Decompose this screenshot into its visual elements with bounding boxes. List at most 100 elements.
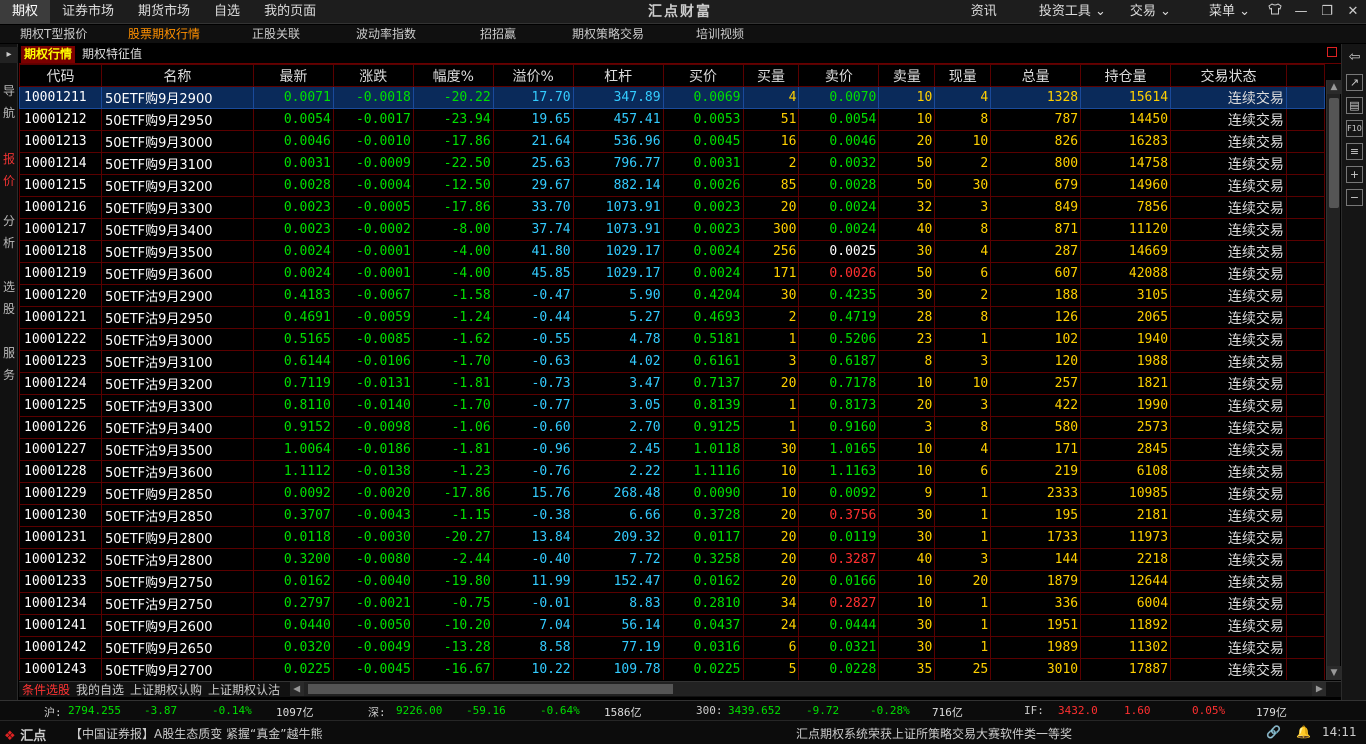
table-row[interactable]: 10001211 50ETF购9月2900 0.0071 -0.0018 -20.22 1… <box>19 86 1325 109</box>
header-col-ask[interactable]: 卖价 <box>798 64 880 87</box>
header-col-volume[interactable]: 总量 <box>990 64 1082 87</box>
tab-option-features[interactable]: 期权特征值 <box>79 46 145 63</box>
header-col-premium-pct[interactable]: 溢价% <box>492 64 574 87</box>
table-row[interactable]: 10001229 50ETF购9月2850 0.0092 -0.0020 -17.86 1… <box>19 482 1325 505</box>
header-col-change-pct[interactable]: 幅度% <box>412 64 494 87</box>
menu-trade[interactable]: 交易 ⌄ <box>1118 0 1183 24</box>
tab-strategy-trading[interactable]: 期权策略交易 <box>572 25 644 43</box>
zoom-in-icon[interactable]: + <box>1346 166 1363 183</box>
table-row[interactable]: 10001243 50ETF购9月2700 0.0225 -0.0045 -16.67 1… <box>19 658 1325 680</box>
tab-volatility-index[interactable]: 波动率指数 <box>356 25 416 43</box>
nav-service[interactable]: 服务 <box>0 342 18 386</box>
horizontal-scroll-thumb[interactable] <box>308 684 673 694</box>
table-row[interactable]: 10001227 50ETF沽9月3500 1.0064 -0.0186 -1.81 -0… <box>19 438 1325 461</box>
vertical-scrollbar[interactable]: ▲ ▼ <box>1326 80 1341 680</box>
panel-close-icon[interactable] <box>1327 47 1337 57</box>
table-row[interactable]: 10001222 50ETF沽9月3000 0.5165 -0.0085 -1.62 -0… <box>19 328 1325 351</box>
menu-news[interactable]: 资讯 <box>959 0 1009 24</box>
list-icon[interactable]: ≡ <box>1346 143 1363 160</box>
tab-training-video[interactable]: 培训视频 <box>696 25 744 43</box>
menu-options[interactable]: 期权 <box>0 0 51 24</box>
table-row[interactable]: 10001242 50ETF购9月2650 0.0320 -0.0049 -13.28 8… <box>19 636 1325 659</box>
menu-securities-market[interactable]: 证券市场 <box>50 0 126 24</box>
table-row[interactable]: 10001217 50ETF购9月3400 0.0023 -0.0002 -8.00 37… <box>19 218 1325 241</box>
tab-stock-option-quotes[interactable]: 股票期权行情 <box>128 25 200 43</box>
skin-shirt-icon[interactable] <box>1262 0 1288 24</box>
nav-stock-pick[interactable]: 选股 <box>0 276 18 320</box>
scroll-up-icon[interactable]: ▲ <box>1327 80 1341 94</box>
header-col-change[interactable]: 涨跌 <box>332 64 414 87</box>
cell-col-volume: 102 <box>990 328 1082 351</box>
tab-sse-call-options[interactable]: 上证期权认购 <box>127 682 205 698</box>
menu-watchlist[interactable]: 自选 <box>202 0 252 24</box>
f10-icon[interactable]: F10 <box>1346 120 1363 137</box>
cell-col-leverage: 1073.91 <box>572 196 664 219</box>
tab-condition-stock-pick[interactable]: 条件选股 <box>19 682 73 698</box>
header-col-code[interactable]: 代码 <box>19 64 102 87</box>
table-row[interactable]: 10001218 50ETF购9月3500 0.0024 -0.0001 -4.00 41… <box>19 240 1325 263</box>
header-col-last-size[interactable]: 现量 <box>934 64 992 87</box>
header-col-name[interactable]: 名称 <box>100 64 254 87</box>
cell-col-last-size: 1 <box>934 504 992 527</box>
tab-option-t-quote[interactable]: 期权T型报价 <box>20 25 87 43</box>
table-row[interactable]: 10001226 50ETF沽9月3400 0.9152 -0.0098 -1.06 -0… <box>19 416 1325 439</box>
announcement-text[interactable]: 汇点期权系统荣获上证所策略交易大赛软件类一等奖 <box>796 725 1072 742</box>
tab-underlying-link[interactable]: 正股关联 <box>252 25 300 43</box>
table-row[interactable]: 10001231 50ETF购9月2800 0.0118 -0.0030 -20.27 1… <box>19 526 1325 549</box>
table-row[interactable]: 10001241 50ETF购9月2600 0.0440 -0.0050 -10.20 7… <box>19 614 1325 637</box>
nav-analysis[interactable]: 分析 <box>0 210 18 254</box>
link-icon[interactable]: 🔗 <box>1266 725 1281 739</box>
cell-col-code: 10001242 <box>19 636 102 659</box>
cell-col-last: 0.3707 <box>252 504 334 527</box>
header-col-bid-size[interactable]: 买量 <box>742 64 800 87</box>
restore-window-icon[interactable]: ❐ <box>1314 0 1340 24</box>
table-row[interactable]: 10001232 50ETF沽9月2800 0.3200 -0.0080 -2.44 -0… <box>19 548 1325 571</box>
horizontal-scrollbar[interactable]: ▲ ▲ <box>290 682 1326 696</box>
scroll-left-icon[interactable]: ▲ <box>290 682 304 696</box>
zoom-out-icon[interactable]: − <box>1346 189 1363 206</box>
table-row[interactable]: 10001219 50ETF购9月3600 0.0024 -0.0001 -4.00 45… <box>19 262 1325 285</box>
tab-my-watchlist[interactable]: 我的自选 <box>73 682 127 698</box>
bar-chart-icon[interactable]: ▤ <box>1346 97 1363 114</box>
nav-guide[interactable]: 导航 <box>0 80 18 124</box>
table-row[interactable]: 10001228 50ETF沽9月3600 1.1112 -0.0138 -1.23 -0… <box>19 460 1325 483</box>
scroll-down-icon[interactable]: ▼ <box>1327 666 1341 680</box>
table-row[interactable]: 10001224 50ETF沽9月3200 0.7119 -0.0131 -1.81 -0… <box>19 372 1325 395</box>
back-arrow-icon[interactable]: ⇦ <box>1346 50 1363 67</box>
menu-main[interactable]: 菜单 ⌄ <box>1197 0 1262 24</box>
menu-my-page[interactable]: 我的页面 <box>252 0 328 24</box>
table-row[interactable]: 10001223 50ETF沽9月3100 0.6144 -0.0106 -1.70 -0… <box>19 350 1325 373</box>
table-row[interactable]: 10001230 50ETF沽9月2850 0.3707 -0.0043 -1.15 -0… <box>19 504 1325 527</box>
vertical-scroll-thumb[interactable] <box>1329 98 1339 208</box>
header-col-leverage[interactable]: 杠杆 <box>572 64 664 87</box>
table-row[interactable]: 10001221 50ETF沽9月2950 0.4691 -0.0059 -1.24 -0… <box>19 306 1325 329</box>
nav-quote[interactable]: 报价 <box>0 148 18 192</box>
table-row[interactable]: 10001225 50ETF沽9月3300 0.8110 -0.0140 -1.70 -0… <box>19 394 1325 417</box>
table-row[interactable]: 10001216 50ETF购9月3300 0.0023 -0.0005 -17.86 3… <box>19 196 1325 219</box>
header-col-status[interactable]: 交易状态 <box>1170 64 1287 87</box>
table-row[interactable]: 10001212 50ETF购9月2950 0.0054 -0.0017 -23.94 1… <box>19 108 1325 131</box>
tab-sse-put-options[interactable]: 上证期权认沽 <box>205 682 283 698</box>
menu-futures-market[interactable]: 期货市场 <box>126 0 202 24</box>
table-row[interactable]: 10001220 50ETF沽9月2900 0.4183 -0.0067 -1.58 -0… <box>19 284 1325 307</box>
header-col-ask-size[interactable]: 卖量 <box>878 64 936 87</box>
tab-option-quotes[interactable]: 期权行情 <box>21 46 76 63</box>
scroll-right-icon[interactable]: ▲ <box>1312 682 1326 696</box>
header-col-bid[interactable]: 买价 <box>662 64 744 87</box>
bell-icon[interactable]: 🔔 <box>1296 725 1311 739</box>
table-row[interactable]: 10001215 50ETF购9月3200 0.0028 -0.0004 -12.50 2… <box>19 174 1325 197</box>
news-headline[interactable]: 【中国证券报】A股生态质变 紧握“真金”越牛熊 <box>70 725 322 742</box>
line-chart-icon[interactable]: ↗ <box>1346 74 1363 91</box>
minimize-icon[interactable]: — <box>1288 0 1314 24</box>
close-window-icon[interactable]: ✕ <box>1340 0 1366 24</box>
table-row[interactable]: 10001213 50ETF购9月3000 0.0046 -0.0010 -17.86 2… <box>19 130 1325 153</box>
expand-arrow-icon[interactable]: ▸ <box>0 47 18 63</box>
header-col-last[interactable]: 最新 <box>252 64 334 87</box>
header-col-open-interest[interactable]: 持仓量 <box>1080 64 1172 87</box>
cell-col-volume: 871 <box>990 218 1082 241</box>
tab-zhaozhaoying[interactable]: 招招赢 <box>480 25 516 43</box>
table-row[interactable]: 10001234 50ETF沽9月2750 0.2797 -0.0021 -0.75 -0… <box>19 592 1325 615</box>
table-row[interactable]: 10001233 50ETF购9月2750 0.0162 -0.0040 -19.80 1… <box>19 570 1325 593</box>
menu-investment-tools[interactable]: 投资工具 ⌄ <box>1027 0 1118 24</box>
table-row[interactable]: 10001214 50ETF购9月3100 0.0031 -0.0009 -22.50 2… <box>19 152 1325 175</box>
